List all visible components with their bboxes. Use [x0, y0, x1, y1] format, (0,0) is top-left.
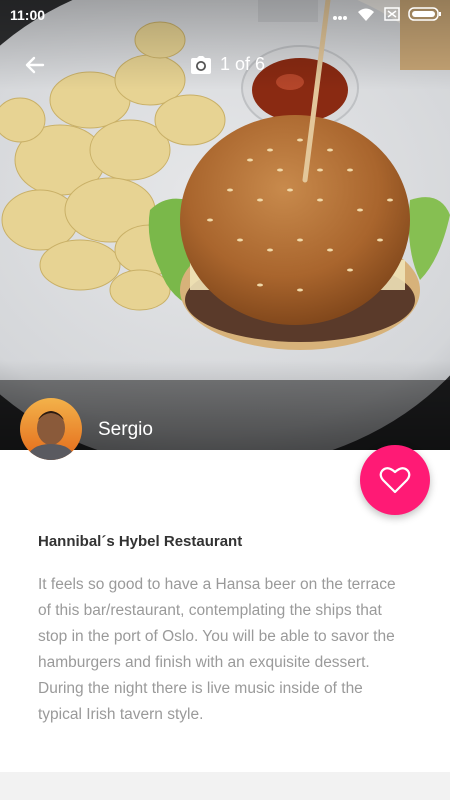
place-title: Hannibal´s Hybel Restaurant	[38, 533, 243, 550]
wifi-icon	[356, 6, 376, 25]
author-name[interactable]: Sergio	[98, 419, 153, 441]
favorite-button[interactable]	[360, 445, 430, 515]
camera-icon	[191, 55, 211, 74]
photo-header: 1 of 6	[0, 40, 450, 90]
no-sim-icon	[384, 7, 400, 24]
back-button[interactable]	[18, 48, 52, 82]
heart-icon	[379, 467, 411, 494]
more-dots-icon	[332, 8, 348, 24]
photo-counter: 1 of 6	[190, 54, 265, 75]
photo-counter-text: 1 of 6	[220, 54, 266, 74]
status-icons	[332, 6, 442, 25]
status-bar: 11:00	[0, 0, 450, 30]
avatar[interactable]	[20, 398, 82, 460]
place-description: It feels so good to have a Hansa beer on…	[38, 576, 396, 723]
author-info[interactable]: Sergio	[20, 398, 153, 460]
back-arrow-icon	[25, 56, 45, 74]
status-time: 11:00	[10, 7, 46, 23]
battery-icon	[408, 7, 442, 24]
bottom-divider	[0, 772, 450, 800]
